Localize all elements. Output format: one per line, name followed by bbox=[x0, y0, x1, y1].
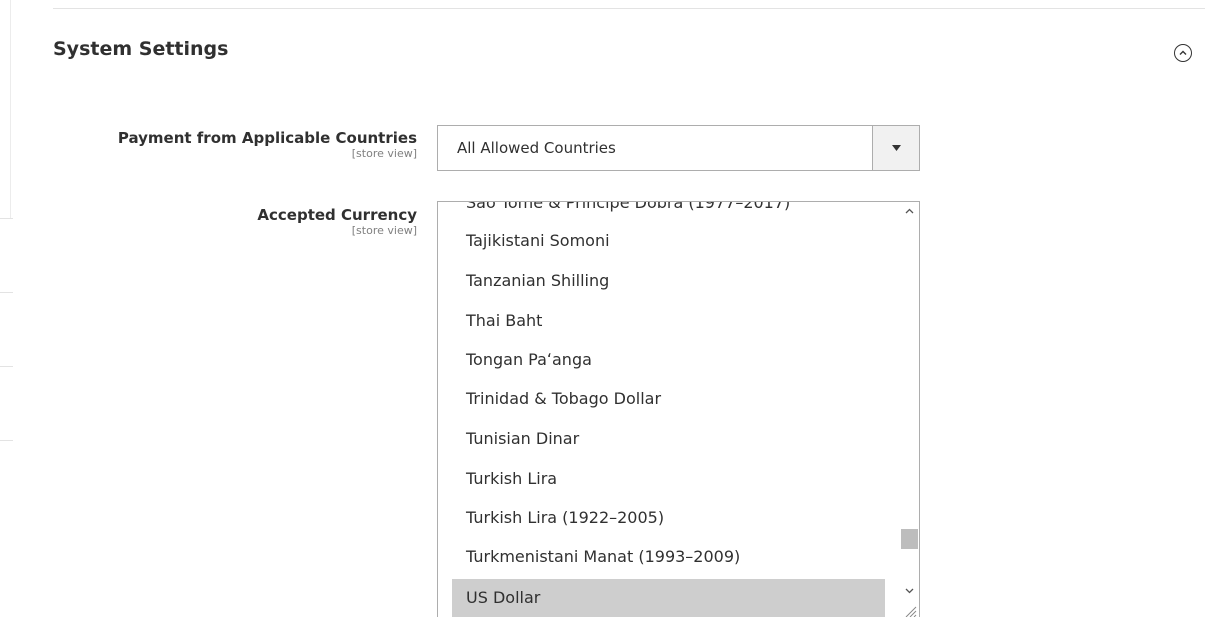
left-panel-divider bbox=[0, 292, 13, 293]
payment-countries-dropdown-button[interactable] bbox=[872, 126, 919, 170]
scrollbar-thumb[interactable] bbox=[901, 529, 918, 549]
payment-countries-scope: [store view] bbox=[351, 147, 417, 160]
section-divider bbox=[53, 8, 1205, 9]
chevron-up-icon bbox=[905, 208, 913, 214]
left-panel-edge bbox=[10, 0, 11, 218]
caret-down-icon bbox=[891, 145, 901, 151]
currency-option[interactable]: Trinidad & Tobago Dollar bbox=[452, 380, 885, 418]
payment-countries-label: Payment from Applicable Countries bbox=[117, 129, 417, 147]
section-title[interactable]: System Settings bbox=[53, 38, 228, 60]
left-panel-divider bbox=[0, 366, 13, 367]
payment-countries-select[interactable]: All Allowed Countries bbox=[437, 125, 920, 171]
accepted-currency-multiselect[interactable]: São Tomé & Príncipe Dobra (1977–2017) Ta… bbox=[437, 201, 920, 617]
currency-option[interactable]: Tajikistani Somoni bbox=[452, 222, 885, 260]
chevron-down-icon bbox=[905, 588, 913, 594]
accepted-currency-scope: [store view] bbox=[351, 224, 417, 237]
currency-option[interactable]: Tunisian Dinar bbox=[452, 420, 885, 458]
collapse-section-button[interactable] bbox=[1174, 44, 1192, 62]
payment-countries-label-block: Payment from Applicable Countries [store… bbox=[37, 129, 417, 161]
left-panel-divider bbox=[0, 440, 13, 441]
currency-option-selected[interactable]: US Dollar bbox=[452, 579, 885, 617]
currency-option[interactable]: Turkish Lira (1922–2005) bbox=[452, 499, 885, 537]
payment-countries-selected-value: All Allowed Countries bbox=[457, 139, 616, 157]
admin-config-page: System Settings Payment from Applicable … bbox=[0, 0, 1205, 617]
scroll-up-button[interactable] bbox=[903, 206, 915, 216]
currency-option[interactable]: Turkmenistani Manat (1993–2009) bbox=[452, 538, 885, 576]
accepted-currency-label-block: Accepted Currency [store view] bbox=[37, 206, 417, 238]
listbox-scrollbar[interactable] bbox=[899, 202, 919, 617]
currency-option[interactable]: Thai Baht bbox=[452, 302, 885, 340]
accepted-currency-label: Accepted Currency bbox=[257, 206, 417, 224]
left-panel-divider bbox=[0, 218, 13, 219]
currency-option[interactable]: São Tomé & Príncipe Dobra (1977–2017) bbox=[452, 202, 885, 222]
currency-option[interactable]: Turkish Lira bbox=[452, 460, 885, 498]
currency-option[interactable]: Tanzanian Shilling bbox=[452, 262, 885, 300]
currency-option[interactable]: Tongan Paʻanga bbox=[452, 341, 885, 379]
chevron-up-circle-icon bbox=[1179, 50, 1187, 55]
scroll-down-button[interactable] bbox=[903, 586, 915, 596]
resize-grip-icon[interactable] bbox=[903, 604, 917, 617]
